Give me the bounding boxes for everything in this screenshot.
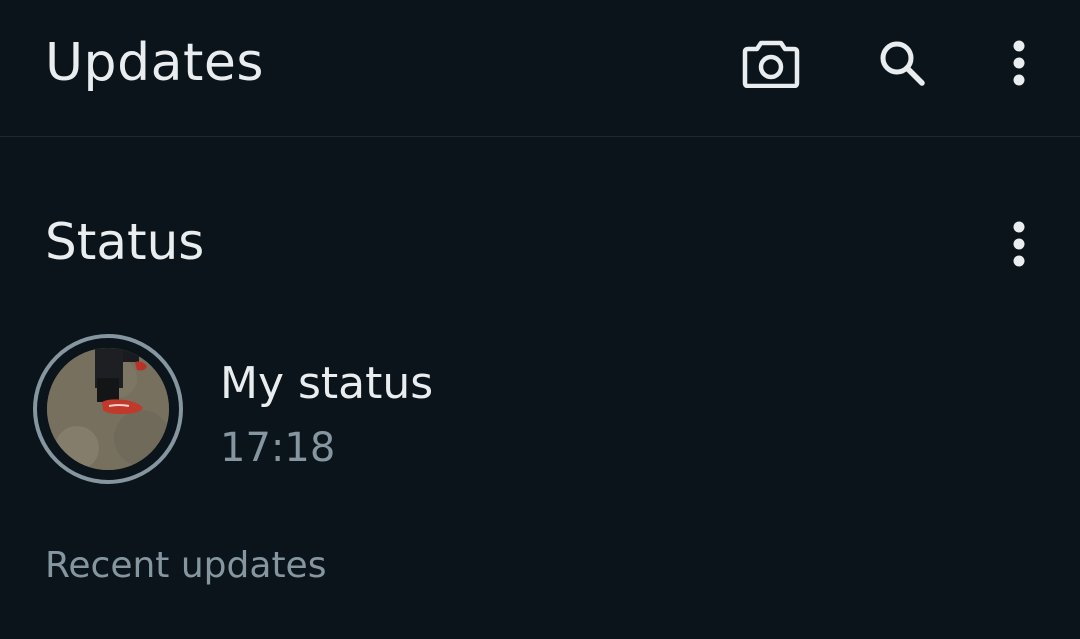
search-icon [880,41,925,86]
more-vert-icon [1013,40,1025,86]
my-status-row[interactable]: My status 17:18 [0,318,1080,508]
updates-screen: Updates Status My status 17:18 Recent up… [0,0,1080,639]
status-ring [33,334,183,484]
avatar-photo [47,348,169,470]
more-vert-icon [1013,221,1025,267]
camera-icon [742,40,800,88]
status-menu-button[interactable] [983,208,1055,280]
my-status-name: My status [220,358,434,409]
my-status-time: 17:18 [220,425,336,471]
overflow-menu-button[interactable] [983,27,1055,99]
recent-updates-label: Recent updates [45,545,327,586]
camera-button[interactable] [735,27,807,99]
page-title: Updates [45,33,264,93]
top-app-bar: Updates [0,0,1080,137]
my-status-avatar[interactable] [47,348,169,470]
search-button[interactable] [866,27,938,99]
status-section-title: Status [45,213,205,271]
